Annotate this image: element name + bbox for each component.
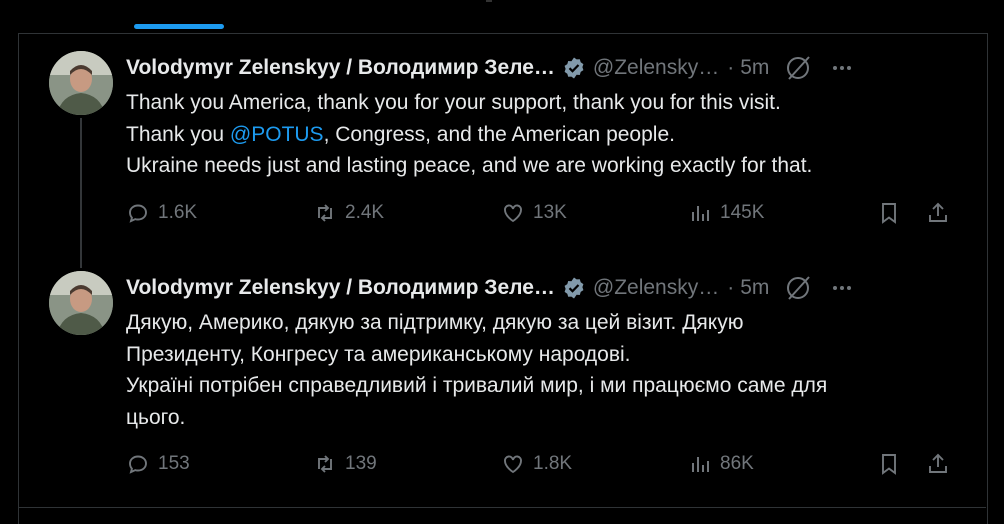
views-count: 145K: [720, 202, 765, 223]
like-icon: [504, 455, 522, 474]
text-span: Україні потрібен справедливий і тривалий…: [126, 374, 828, 397]
author-name[interactable]: Volodymyr Zelenskyy / Володимир Зеле…: [126, 276, 555, 300]
tweet-line: цього.: [126, 402, 971, 434]
bookmark-icon: [882, 203, 896, 224]
grok-icon[interactable]: [785, 55, 811, 81]
views-icon: [692, 457, 709, 472]
text-span: цього.: [126, 405, 186, 429]
timestamp[interactable]: 5m: [740, 276, 769, 300]
tab-bar: [0, 0, 1004, 33]
repost-count: 2.4K: [345, 202, 385, 223]
tweet-text: Thank you America, thank you for your su…: [126, 87, 971, 182]
repost-icon: [318, 204, 332, 222]
active-tab-indicator: [134, 24, 224, 29]
avatar[interactable]: [49, 51, 113, 115]
tweet-line: Президенту, Конгресу та американському н…: [126, 339, 971, 371]
text-span: Ukraine needs just and lasting peace, an…: [126, 154, 813, 177]
tweet-line: Thank you @POTUS, Congress, and the Amer…: [126, 119, 971, 151]
more-icon[interactable]: [829, 275, 855, 301]
views-button[interactable]: 145K: [688, 201, 764, 225]
text-span: Президенту, Конгресу та американському н…: [126, 342, 631, 366]
reply-icon: [129, 204, 147, 223]
share-button[interactable]: [926, 452, 950, 476]
like-button[interactable]: 13K: [501, 201, 567, 225]
bookmark-icon: [882, 454, 896, 475]
tab-marker: [486, 0, 492, 2]
tweet-line: Thank you America, thank you for your su…: [126, 87, 971, 119]
author-handle[interactable]: @Zelensky…: [593, 56, 719, 80]
repost-button[interactable]: 139: [313, 452, 377, 476]
like-button[interactable]: 1.8K: [501, 452, 572, 476]
reply-button[interactable]: 1.6K: [126, 201, 197, 225]
tweet-header: Volodymyr Zelenskyy / Володимир Зеле… @Z…: [126, 53, 971, 83]
like-count: 1.8K: [533, 453, 573, 474]
text-span: Thank you America, thank you for your su…: [126, 91, 781, 114]
reply-count: 1.6K: [158, 202, 198, 223]
reply-button[interactable]: 153: [126, 452, 190, 476]
reply-icon: [129, 455, 147, 474]
author-handle[interactable]: @Zelensky…: [593, 276, 719, 300]
tweet-line: Ukraine needs just and lasting peace, an…: [126, 150, 971, 182]
verified-badge-icon: [562, 276, 586, 300]
separator-dot: ·: [727, 56, 735, 79]
avatar[interactable]: [49, 271, 113, 335]
grok-icon[interactable]: [785, 275, 811, 301]
like-icon: [504, 204, 522, 223]
mention-link[interactable]: @POTUS: [230, 123, 324, 146]
share-icon: [929, 453, 947, 473]
tweet-line: Україні потрібен справедливий і тривалий…: [126, 370, 971, 402]
like-count: 13K: [533, 202, 567, 223]
separator-dot: ·: [727, 276, 735, 299]
text-span: Thank you: [126, 122, 230, 146]
views-count: 86K: [720, 453, 754, 474]
views-button[interactable]: 86K: [688, 452, 754, 476]
repost-icon: [318, 455, 332, 473]
text-span: , Congress, and the American people.: [323, 122, 675, 146]
views-icon: [692, 206, 709, 221]
verified-badge-icon: [562, 56, 586, 80]
reply-count: 153: [158, 453, 190, 474]
bookmark-button[interactable]: [877, 201, 901, 225]
tweet-text: Дякую, Америко, дякую за підтримку, дяку…: [126, 307, 971, 433]
divider: [18, 507, 986, 508]
action-bar: 153 139 1.8K 86K: [126, 452, 956, 482]
repost-count: 139: [345, 453, 377, 474]
bookmark-button[interactable]: [877, 452, 901, 476]
share-button[interactable]: [926, 201, 950, 225]
timestamp[interactable]: 5m: [740, 56, 769, 80]
repost-button[interactable]: 2.4K: [313, 201, 384, 225]
tweet-header: Volodymyr Zelenskyy / Володимир Зеле… @Z…: [126, 273, 971, 303]
text-span: Дякую, Америко, дякую за підтримку, дяку…: [126, 311, 744, 334]
action-bar: 1.6K 2.4K 13K 145K: [126, 201, 956, 231]
share-icon: [929, 202, 947, 222]
more-icon[interactable]: [829, 55, 855, 81]
author-name[interactable]: Volodymyr Zelenskyy / Володимир Зеле…: [126, 56, 555, 80]
tweet-line: Дякую, Америко, дякую за підтримку, дяку…: [126, 307, 971, 339]
thread-connector-line: [80, 118, 82, 268]
